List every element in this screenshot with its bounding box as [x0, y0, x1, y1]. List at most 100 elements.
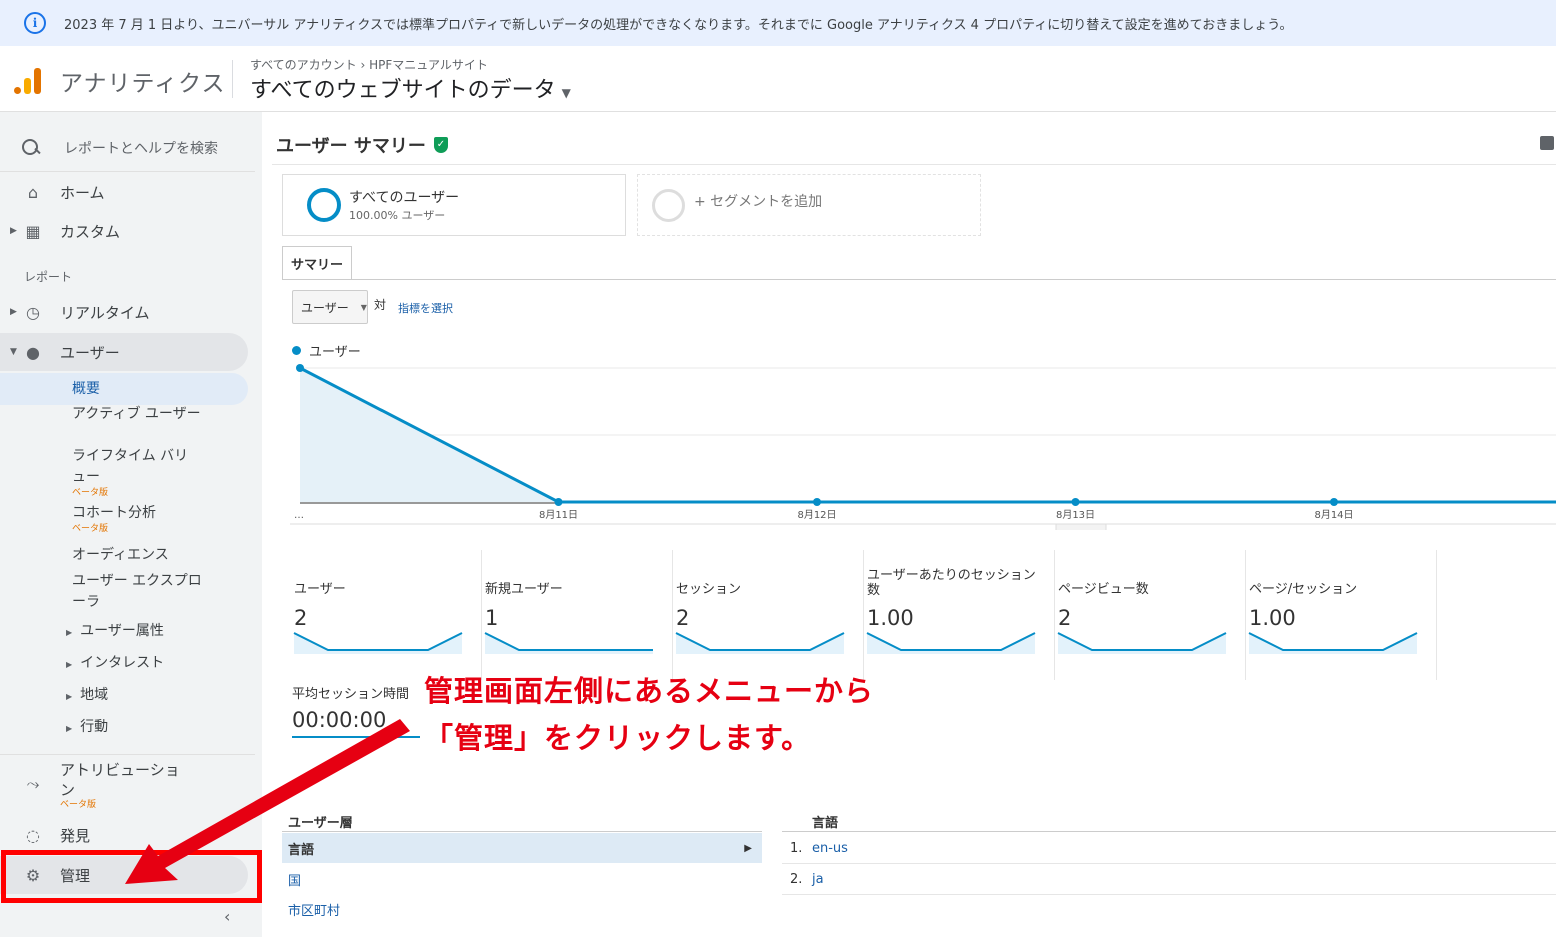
- person-icon: ●: [26, 342, 40, 362]
- lightbulb-icon: ◌: [26, 825, 40, 845]
- nav-user-explorer[interactable]: ユーザー エクスプローラ: [72, 571, 202, 613]
- scorecard-sessions-per-user[interactable]: ユーザーあたりのセッション数 1.00: [865, 550, 1055, 680]
- reports-section-label: レポート: [24, 270, 73, 284]
- scorecard-avg-session-duration[interactable]: 平均セッション時間 00:00:00: [292, 683, 420, 738]
- nav-users[interactable]: ▼ ● ユーザー: [0, 333, 248, 371]
- nav-user-attributes[interactable]: ▶ ユーザー属性: [66, 620, 164, 640]
- expand-arrow-icon: ▶: [66, 628, 73, 637]
- metric-selector-value: ユーザー: [301, 300, 349, 315]
- gear-icon: ⚙: [25, 865, 41, 885]
- table-divider: [782, 831, 1556, 832]
- dimension-country[interactable]: 国: [282, 864, 762, 894]
- row-value-link[interactable]: ja: [812, 872, 824, 887]
- dashboard-icon: ▦: [25, 221, 41, 241]
- nav-admin[interactable]: ⚙ 管理: [0, 856, 248, 894]
- nav-lifetime-value[interactable]: ライフタイム バリュー ベータ版: [72, 446, 202, 498]
- segment-ring-icon: [307, 188, 341, 222]
- add-segment-button[interactable]: + セグメントを追加: [637, 174, 981, 236]
- row-value-link[interactable]: en-us: [812, 841, 848, 856]
- sparkline: [1248, 632, 1418, 654]
- nav-behavior[interactable]: ▶ 行動: [66, 716, 108, 736]
- collapse-arrow-icon: ▼: [10, 347, 17, 357]
- nav-interests-label: インタレスト: [80, 655, 165, 671]
- tab-summary[interactable]: サマリー: [282, 246, 352, 280]
- caret-down-icon: ▼: [360, 302, 367, 312]
- nav-attribution[interactable]: ⤳ アトリビューション ベータ版: [0, 758, 248, 810]
- analytics-logo-icon: [14, 66, 42, 94]
- search-box[interactable]: レポートとヘルプを検索: [0, 124, 255, 172]
- breadcrumb[interactable]: すべてのアカウント › HPFマニュアルサイト: [250, 56, 488, 73]
- scorecard-name: 平均セッション時間: [292, 687, 410, 702]
- scorecard-value: 2: [1058, 606, 1072, 630]
- row-number: 2.: [790, 871, 803, 887]
- dimension-city[interactable]: 市区町村: [282, 894, 762, 924]
- nav-user-attributes-label: ユーザー属性: [80, 623, 164, 639]
- collapse-sidebar-icon[interactable]: ‹: [224, 907, 230, 926]
- nav-attribution-label: アトリビューション: [60, 761, 180, 799]
- nav-geo-label: 地域: [80, 687, 109, 703]
- main-content: ユーザー サマリー ✓ すべてのユーザー 100.00% ユーザー + セグメン…: [272, 112, 1556, 937]
- nav-users-label: ユーザー: [60, 343, 120, 362]
- scorecard-sessions[interactable]: セッション 2: [674, 550, 864, 680]
- scorecard-name: ユーザーあたりのセッション数: [867, 568, 1036, 598]
- nav-active-users[interactable]: アクティブ ユーザー: [72, 404, 202, 425]
- segment-all-users[interactable]: すべてのユーザー 100.00% ユーザー: [282, 174, 626, 236]
- page-title-text: ユーザー サマリー: [276, 136, 426, 157]
- save-icon[interactable]: [1540, 136, 1554, 150]
- nav-realtime-label: リアルタイム: [60, 303, 150, 322]
- nav-lifetime-label: ライフタイム バリュー: [72, 448, 189, 485]
- app-header: アナリティクス すべてのアカウント › HPFマニュアルサイト すべてのウェブサ…: [0, 46, 1556, 112]
- home-icon: ⌂: [27, 182, 39, 202]
- chevron-right-icon: ▶: [744, 842, 752, 854]
- app-title: アナリティクス: [60, 71, 226, 97]
- data-point: [554, 498, 563, 506]
- metric-selector[interactable]: ユーザー ▼: [292, 290, 368, 324]
- table-row: 1. en-us: [782, 833, 1556, 864]
- data-point: [1071, 498, 1080, 506]
- expand-arrow-icon: ▶: [10, 307, 17, 317]
- info-icon: i: [24, 12, 46, 34]
- table-row: 2. ja: [782, 864, 1556, 895]
- scorecard-pages-per-session[interactable]: ページ/セッション 1.00: [1247, 550, 1437, 680]
- nav-attribution-text: アトリビューション ベータ版: [60, 760, 180, 810]
- nav-audiences[interactable]: オーディエンス: [72, 545, 202, 566]
- expand-arrow-icon: ▶: [66, 692, 73, 701]
- table-divider: [282, 831, 762, 832]
- nav-geo[interactable]: ▶ 地域: [66, 684, 108, 704]
- header-divider: [232, 60, 233, 98]
- add-segment-label: + セグメントを追加: [694, 194, 823, 210]
- attribution-icon: ⤳: [26, 774, 40, 793]
- sidebar: レポートとヘルプを検索 ⌂ ホーム ▶ ▦ カスタム レポート ▶ ◷ リアルタ…: [0, 112, 262, 937]
- nav-cohort[interactable]: コホート分析 ベータ版: [72, 503, 202, 534]
- data-point: [813, 498, 821, 506]
- sparkline: [866, 632, 1036, 654]
- select-metric-link[interactable]: 指標を選択: [398, 300, 453, 316]
- scorecard-users[interactable]: ユーザー 2: [292, 550, 482, 680]
- x-tick-label: 8月11日: [539, 509, 578, 521]
- page-title: ユーザー サマリー ✓: [276, 132, 448, 158]
- caret-down-icon: ▼: [561, 86, 571, 100]
- scorecard-value: 1.00: [867, 606, 914, 630]
- scorecard-name: 新規ユーザー: [485, 582, 563, 597]
- annotation-line-1: 管理画面左側にあるメニューから: [424, 674, 875, 708]
- nav-interests[interactable]: ▶ インタレスト: [66, 652, 164, 672]
- dimension-label: 言語: [288, 842, 315, 858]
- property-selector[interactable]: すべてのウェブサイトのデータ ▼: [250, 72, 571, 104]
- nav-realtime[interactable]: ▶ ◷ リアルタイム: [0, 293, 248, 331]
- verified-shield-icon: ✓: [433, 137, 448, 153]
- segment-percentage: 100.00% ユーザー: [349, 209, 446, 222]
- announcement-banner: i 2023 年 7 月 1 日より、ユニバーサル アナリティクスでは標準プロパ…: [0, 0, 1556, 46]
- nav-overview[interactable]: 概要: [0, 373, 248, 405]
- dimension-language[interactable]: 言語 ▶: [282, 833, 762, 863]
- expand-arrow-icon: ▶: [66, 660, 73, 669]
- nav-home[interactable]: ⌂ ホーム: [0, 173, 248, 211]
- legend-dot: [292, 346, 301, 355]
- scorecard-pageviews[interactable]: ページビュー数 2: [1056, 550, 1246, 680]
- sparkline: [293, 632, 463, 654]
- nav-discover[interactable]: ◌ 発見: [0, 816, 248, 854]
- nav-admin-label: 管理: [60, 866, 91, 885]
- nav-active-users-label: アクティブ ユーザー: [72, 406, 201, 422]
- nav-discover-label: 発見: [60, 826, 91, 845]
- nav-custom[interactable]: ▶ ▦ カスタム: [0, 212, 248, 250]
- scorecard-new-users[interactable]: 新規ユーザー 1: [483, 550, 673, 680]
